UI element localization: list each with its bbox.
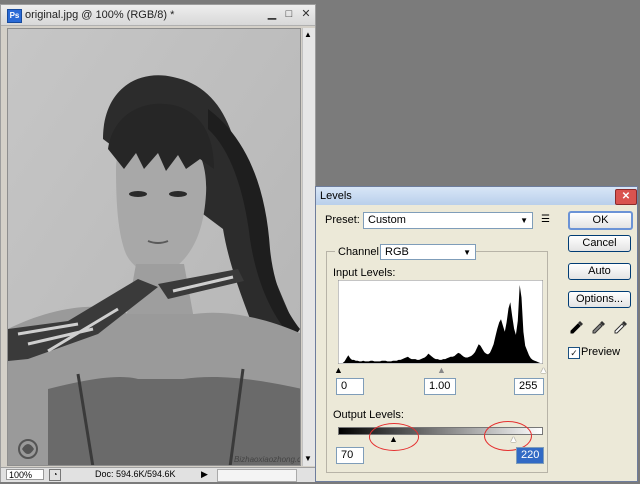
- document-size-info: Doc: 594.6K/594.6K: [95, 469, 176, 479]
- channel-value: RGB: [385, 246, 409, 258]
- zoom-field[interactable]: 100%: [6, 469, 44, 480]
- horizontal-scrollbar[interactable]: [217, 469, 297, 482]
- output-levels-label: Output Levels:: [333, 409, 404, 421]
- scroll-down-icon[interactable]: ▼: [304, 454, 312, 463]
- preview-label: Preview: [581, 346, 621, 358]
- close-icon[interactable]: ✕: [615, 189, 637, 205]
- channel-label: Channel:: [335, 246, 386, 258]
- close-icon[interactable]: ✕: [299, 8, 313, 21]
- minimize-icon[interactable]: ▁: [265, 8, 279, 21]
- options-button[interactable]: Options...: [568, 291, 631, 308]
- histogram: [338, 280, 543, 364]
- gray-eyedropper-icon[interactable]: [592, 320, 606, 334]
- preset-value: Custom: [368, 214, 406, 226]
- chevron-down-icon: ▼: [520, 216, 528, 225]
- levels-dialog: Levels ✕ Preset: Custom ▼ ☰ Channel: RGB…: [315, 186, 638, 482]
- document-title: original.jpg @ 100% (RGB/8) *: [25, 9, 175, 21]
- input-white-field[interactable]: 255: [514, 378, 544, 395]
- annotation-ellipse-black: [369, 423, 419, 451]
- output-black-field[interactable]: 70: [336, 447, 364, 464]
- ok-button[interactable]: OK: [568, 211, 633, 230]
- photo-image: [8, 29, 300, 465]
- black-eyedropper-icon[interactable]: [570, 320, 584, 334]
- input-gamma-field[interactable]: 1.00: [424, 378, 456, 395]
- vertical-scrollbar[interactable]: ▲ ▼: [302, 28, 315, 466]
- input-black-slider[interactable]: ▲: [334, 365, 343, 375]
- scroll-up-icon[interactable]: ▲: [304, 30, 312, 39]
- auto-button[interactable]: Auto: [568, 263, 631, 280]
- preset-options-icon[interactable]: ☰: [541, 214, 550, 225]
- preset-dropdown[interactable]: Custom ▼: [363, 212, 533, 229]
- chevron-down-icon: ▼: [463, 248, 471, 257]
- watermark-text: Bizhaoxiaozhong.com.vn: [234, 455, 301, 464]
- levels-title: Levels: [320, 190, 352, 202]
- input-gamma-slider[interactable]: ▲: [437, 365, 446, 375]
- preview-checkbox[interactable]: ✓: [568, 347, 580, 359]
- status-menu-icon[interactable]: ◔: [49, 469, 61, 481]
- output-white-field[interactable]: 220: [516, 447, 544, 464]
- cancel-button[interactable]: Cancel: [568, 235, 631, 252]
- document-statusbar: 100% ◔ Doc: 594.6K/594.6K ▶: [1, 467, 315, 482]
- photoshop-icon: Ps: [7, 9, 22, 23]
- channel-dropdown[interactable]: RGB ▼: [380, 244, 476, 260]
- status-arrow-icon[interactable]: ▶: [201, 469, 208, 480]
- input-levels-label: Input Levels:: [333, 267, 396, 279]
- input-white-slider[interactable]: ▲: [539, 365, 548, 375]
- white-eyedropper-icon[interactable]: [614, 320, 628, 334]
- document-titlebar[interactable]: Ps original.jpg @ 100% (RGB/8) * ▁ □ ✕: [1, 5, 315, 26]
- image-canvas[interactable]: Bizhaoxiaozhong.com.vn: [7, 28, 301, 466]
- document-window: Ps original.jpg @ 100% (RGB/8) * ▁ □ ✕ B…: [0, 4, 316, 482]
- preset-label: Preset:: [325, 214, 360, 226]
- input-black-field[interactable]: 0: [336, 378, 364, 395]
- levels-titlebar[interactable]: Levels ✕: [316, 187, 637, 205]
- maximize-icon[interactable]: □: [282, 8, 296, 21]
